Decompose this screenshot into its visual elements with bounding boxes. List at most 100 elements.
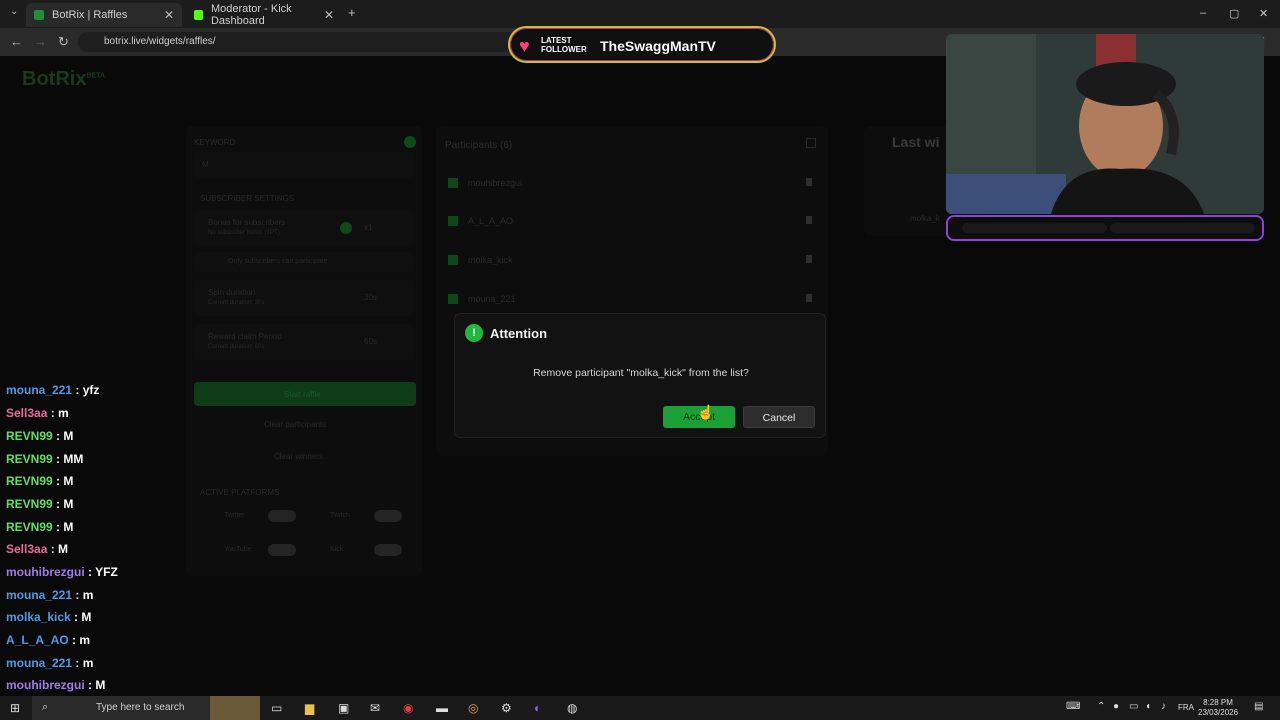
settings-gear-icon[interactable]: ⚙	[501, 701, 512, 715]
start-raffle-button[interactable]: Start raffle	[194, 382, 416, 406]
platform-kick-toggle[interactable]	[374, 544, 402, 556]
raffle-settings-panel: KEYWORD M SUBSCRIBER SETTINGS Bonus for …	[186, 126, 422, 576]
search-icon: ⌕	[42, 701, 49, 713]
clock-date: 23/03/2026	[1198, 708, 1239, 717]
participant-name: mouhibrezgui	[468, 178, 523, 188]
terminal-icon[interactable]: ▬	[436, 701, 448, 715]
reward-select[interactable]: 60s	[364, 337, 377, 346]
tab-botrix-raffles[interactable]: BotRix | Raffles ✕	[26, 3, 182, 27]
task-view-icon[interactable]: ▭	[271, 701, 282, 715]
chat-user: REVN99	[6, 520, 53, 534]
chat-line: mouna_221 : yfz	[6, 383, 100, 397]
confirm-dialog: ! Attention Remove participant "molka_ki…	[454, 313, 826, 438]
url-field[interactable]: botrix.live/widgets/raffles/	[78, 32, 518, 52]
minimize-icon[interactable]: –	[1200, 7, 1206, 19]
close-tab-icon[interactable]: ✕	[324, 8, 334, 22]
mic-icon[interactable]: ●	[1113, 701, 1119, 712]
chat-user: Sell3aa	[6, 406, 48, 420]
status-dot-icon	[404, 136, 416, 148]
chat-line: mouhibrezgui : YFZ	[6, 565, 118, 579]
latest-follower-overlay: ♥ LATEST FOLLOWER TheSwaggManTV	[508, 26, 776, 63]
heart-icon: ♥	[519, 36, 530, 56]
new-tab-button[interactable]: +	[348, 5, 356, 20]
chat-line: A_L_A_AO : m	[6, 633, 91, 647]
chat-line: REVN99 : M	[6, 429, 74, 443]
trash-icon[interactable]	[806, 178, 812, 186]
trash-icon[interactable]	[806, 216, 812, 224]
chat-message: M	[63, 429, 74, 443]
bonus-select[interactable]: x1	[364, 223, 372, 232]
participants-title: Participants (6)	[445, 140, 513, 151]
botrix-logo[interactable]: BotRixBETA	[22, 68, 105, 91]
store-icon[interactable]: ▣	[338, 701, 349, 715]
close-window-icon[interactable]: ✕	[1259, 7, 1268, 20]
bonus-toggle-icon[interactable]	[340, 222, 352, 234]
chat-user: mouna_221	[6, 383, 73, 397]
back-icon[interactable]: ←	[10, 34, 23, 49]
maximize-icon[interactable]: ▢	[1229, 7, 1239, 20]
trash-icon[interactable]	[806, 255, 812, 263]
mail-icon[interactable]: ✉	[370, 701, 380, 715]
screen: ⌄ BotRix | Raffles ✕ Moderator - Kick Da…	[0, 0, 1280, 720]
windows-taskbar: ⊞ ⌕ Type here to search ▭ ▆ ▣ ✉ ◉ ▬ ◎ ⚙ …	[0, 696, 1280, 720]
discord-icon[interactable]: ◐	[534, 701, 541, 715]
chat-line: REVN99 : MM	[6, 452, 84, 466]
kick-icon	[448, 216, 458, 226]
app-icon[interactable]: ◍	[567, 701, 577, 715]
chat-message: m	[82, 588, 94, 602]
chat-user: mouna_221	[6, 656, 73, 670]
only-subs-option[interactable]: Only subscribers can participate	[194, 252, 414, 272]
chat-message: M	[63, 497, 74, 511]
clear-participants-button[interactable]: Clear participants	[264, 420, 326, 429]
notifications-icon[interactable]: ▤	[1254, 701, 1263, 712]
keyboard-icon[interactable]: ⌨	[1066, 701, 1080, 712]
tab-kick-dashboard[interactable]: Moderator - Kick Dashboard ✕	[186, 3, 342, 27]
forward-icon[interactable]: →	[34, 34, 47, 49]
chat-message: m	[82, 656, 94, 670]
obs-icon[interactable]: ◉	[403, 701, 413, 715]
input-language[interactable]: FRA	[1178, 703, 1194, 712]
clear-winners-button[interactable]: Clear winners	[274, 452, 323, 461]
dialog-message: Remove participant "molka_kick" from the…	[533, 367, 749, 379]
volume-icon[interactable]: ◖	[1145, 701, 1151, 712]
close-tab-icon[interactable]: ✕	[164, 8, 174, 22]
platform-kick-label: Kick	[330, 546, 344, 553]
file-explorer-icon[interactable]: ▆	[305, 701, 314, 715]
chat-user: mouna_221	[6, 588, 73, 602]
url-text: botrix.live/widgets/raffles/	[104, 36, 216, 47]
trash-icon[interactable]	[806, 294, 812, 302]
chat-line: mouna_221 : m	[6, 656, 94, 670]
reward-sub: Current duration: 60s	[208, 344, 265, 350]
browser-tab-bar: ⌄ BotRix | Raffles ✕ Moderator - Kick Da…	[0, 0, 1280, 28]
copy-icon[interactable]	[806, 138, 816, 148]
kick-icon	[448, 178, 458, 188]
chat-message: YFZ	[95, 565, 118, 579]
platform-twitch-toggle[interactable]	[374, 510, 402, 522]
speaker-icon[interactable]: ♪	[1161, 701, 1166, 712]
chat-message: M	[81, 610, 92, 624]
cancel-button[interactable]: Cancel	[743, 406, 815, 428]
tab-menu-chevron-icon[interactable]: ⌄	[10, 6, 18, 17]
platform-youtube-toggle[interactable]	[268, 544, 296, 556]
chrome-icon[interactable]: ◎	[468, 701, 478, 715]
reload-icon[interactable]: ↻	[58, 34, 69, 50]
keyword-input[interactable]: M	[194, 152, 414, 178]
chat-message: yfz	[82, 383, 100, 397]
network-icon[interactable]: ▭	[1129, 701, 1138, 712]
chat-line: mouhibrezgui : M	[6, 678, 106, 692]
tab-title: Moderator - Kick Dashboard	[210, 3, 292, 27]
tray-chevron-icon[interactable]: ⌃	[1097, 701, 1105, 712]
kick-favicon-icon	[194, 10, 203, 20]
platform-twitter-toggle[interactable]	[268, 510, 296, 522]
chat-message: M	[95, 678, 106, 692]
chat-line: REVN99 : M	[6, 497, 74, 511]
taskbar-search-box[interactable]: ⌕ Type here to search	[32, 696, 260, 720]
spin-select[interactable]: 30s	[364, 293, 377, 302]
participant-row: mouna_221	[442, 286, 824, 314]
chat-message: m	[58, 406, 69, 420]
chat-message: M	[58, 542, 69, 556]
clock[interactable]: 8:28 PM 23/03/2026	[1198, 698, 1238, 718]
windows-start-icon[interactable]: ⊞	[10, 701, 20, 715]
frame-segment	[962, 223, 1107, 233]
chat-message: M	[63, 474, 74, 488]
